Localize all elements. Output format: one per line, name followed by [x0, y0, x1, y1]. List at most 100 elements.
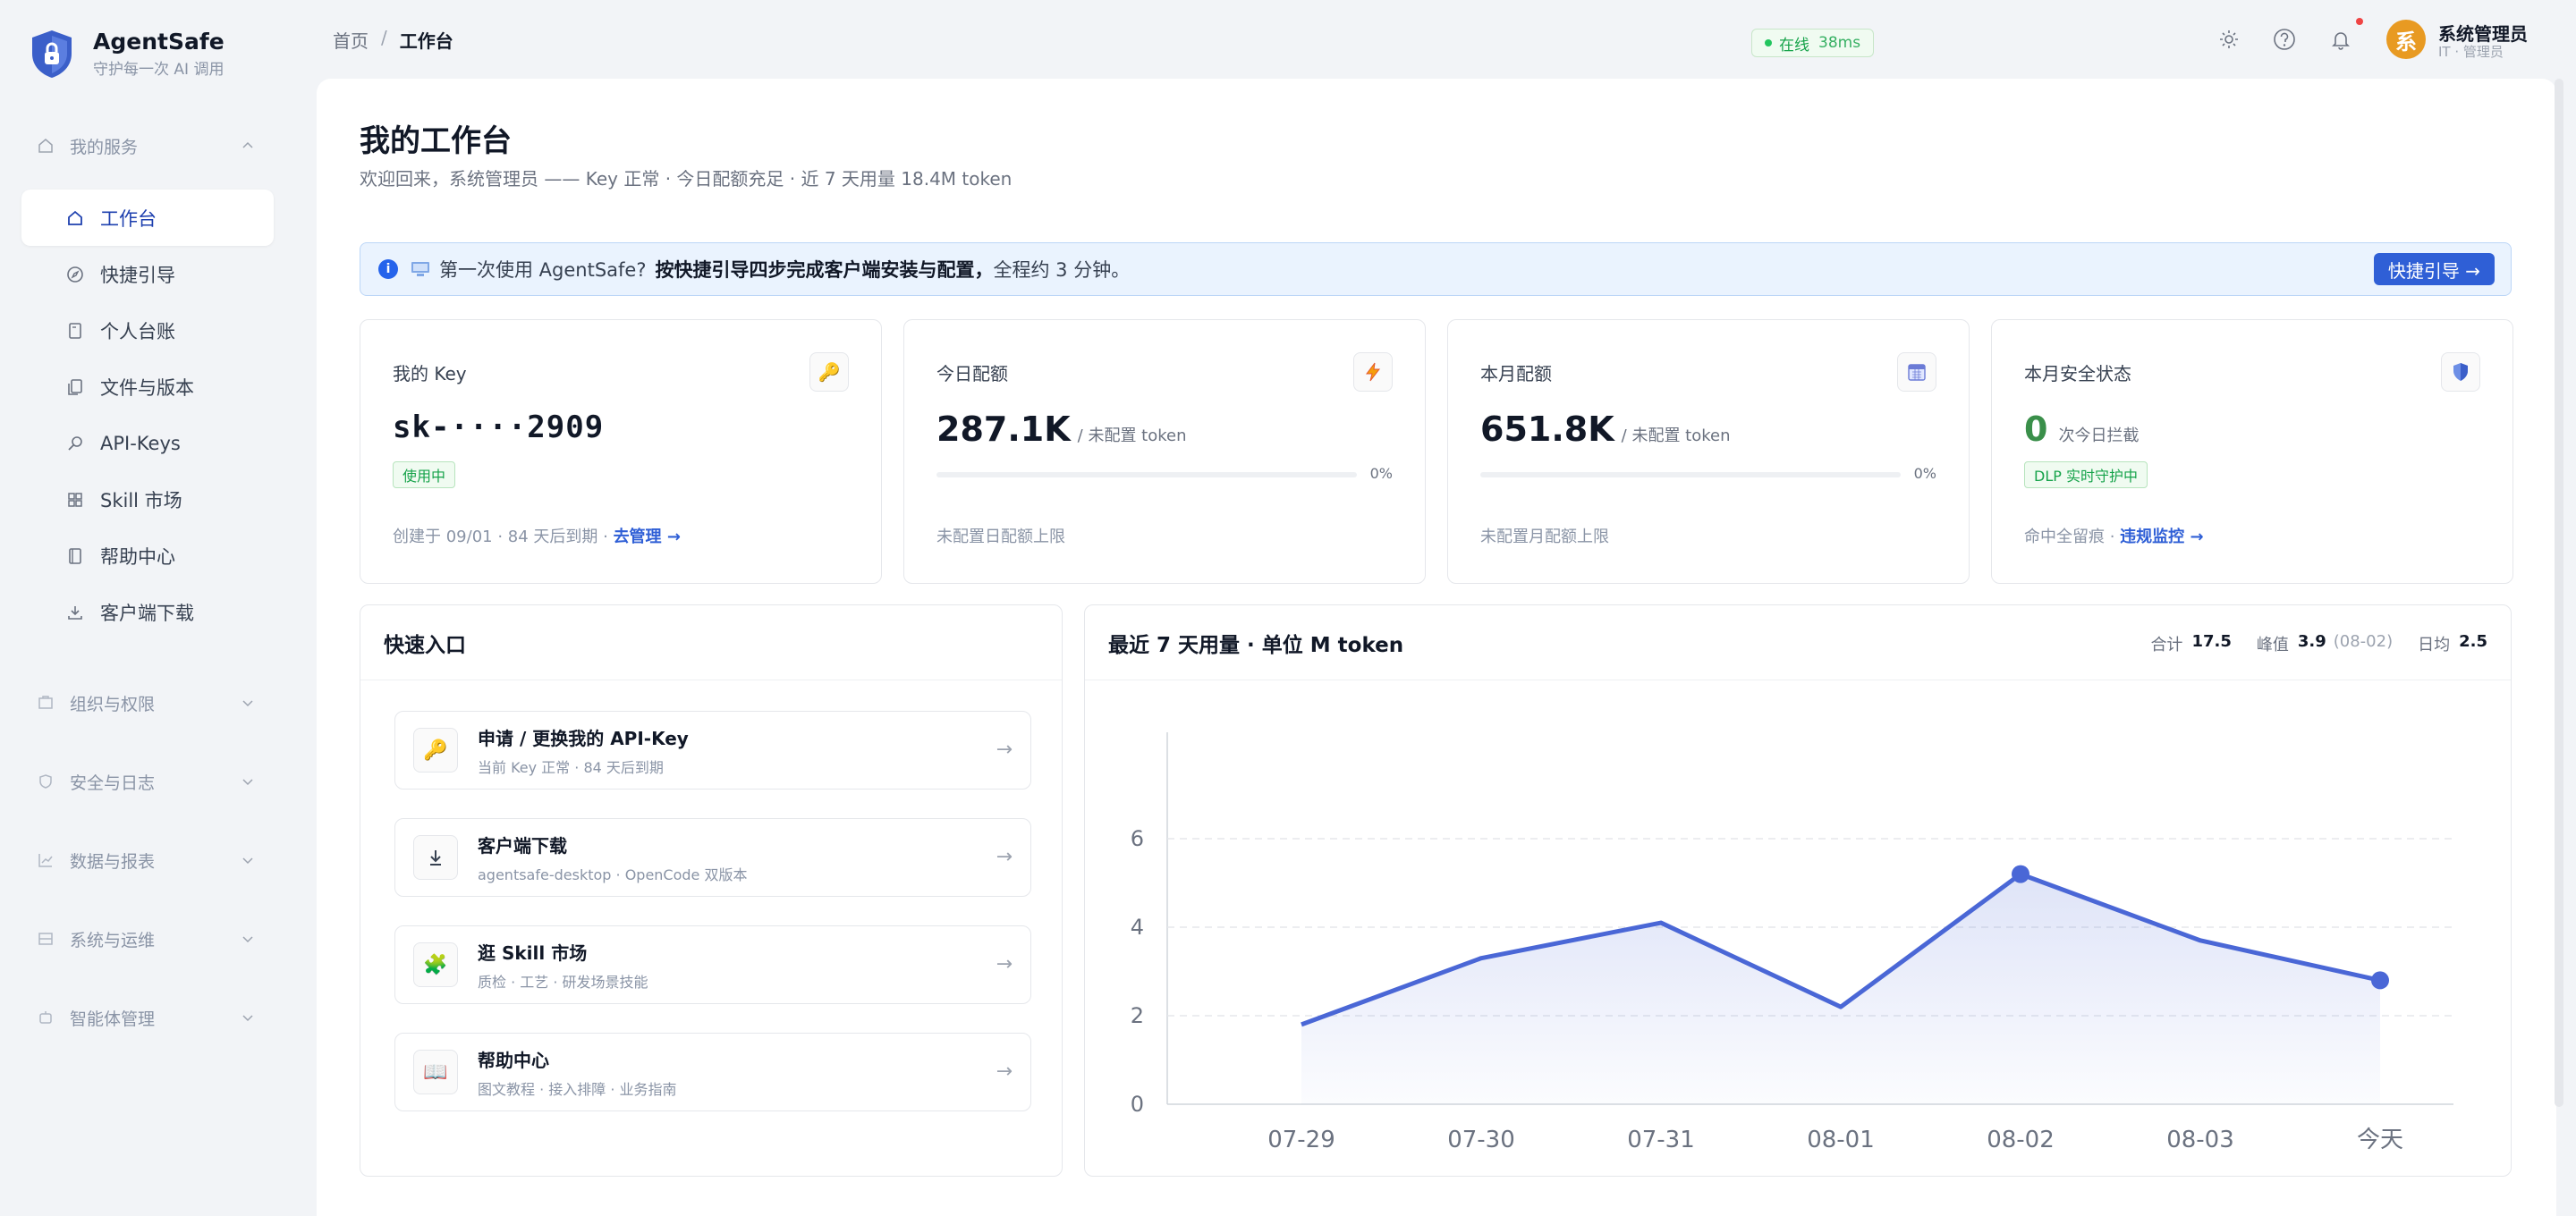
- sidebar-item-skill-market[interactable]: Skill 市场: [21, 471, 274, 528]
- daily-quota-progress: [936, 472, 1357, 477]
- download-icon: [413, 835, 458, 880]
- blocked-count: 0 次今日拦截: [2024, 410, 2139, 449]
- nav-group-label: 我的服务: [70, 137, 139, 157]
- panel-title: 快速入口: [360, 605, 1062, 680]
- chart-icon: [38, 854, 53, 867]
- chevron-down-icon: [242, 1015, 253, 1022]
- peak-value: 3.9: [2297, 632, 2326, 651]
- avg-value: 2.5: [2459, 632, 2487, 651]
- daily-used: 287.1K: [936, 410, 1071, 449]
- sidebar-item-api-keys[interactable]: API-Keys: [21, 415, 274, 471]
- monthly-quota-value: 651.8K / 未配置 token: [1480, 410, 1731, 449]
- brand-name: AgentSafe: [93, 29, 225, 55]
- x-tick-label: 08-01: [1807, 1127, 1875, 1153]
- quick-guide-button[interactable]: 快捷引导 →: [2373, 253, 2495, 285]
- nav-group-label: 系统与运维: [70, 930, 156, 950]
- usage-stats: 合计 17.5 峰值 3.9 (08-02) 日均 2.5: [2145, 632, 2487, 655]
- chevron-down-icon: [242, 700, 253, 707]
- home-icon: [68, 210, 82, 225]
- quick-item-help-center[interactable]: 📖 帮助中心 图文教程 · 接入排障 · 业务指南 →: [394, 1033, 1031, 1111]
- help-icon[interactable]: [2272, 27, 2297, 52]
- arrow-right-icon: →: [996, 1060, 1013, 1083]
- manage-key-link[interactable]: 去管理 →: [614, 528, 681, 546]
- series-area: [1301, 874, 2380, 1104]
- violation-monitor-link[interactable]: 违规监控 →: [2120, 528, 2203, 546]
- banner-bold: 按快捷引导四步完成客户端安装与配置，: [655, 259, 994, 281]
- quick-item-sub: 当前 Key 正常 · 84 天后到期: [478, 758, 664, 776]
- sidebar-item-label: 工作台: [100, 207, 157, 230]
- arrow-right-icon: →: [996, 739, 1013, 761]
- quick-item-client-download[interactable]: 客户端下载 agentsafe-desktop · OpenCode 双版本 →: [394, 818, 1031, 897]
- monthly-used: 651.8K: [1480, 410, 1614, 449]
- shield-icon: [2441, 352, 2480, 392]
- breadcrumb-home[interactable]: 首页: [333, 27, 369, 53]
- avatar[interactable]: 系: [2386, 20, 2426, 59]
- sidebar-item-files-versions[interactable]: 文件与版本: [21, 359, 274, 415]
- sidebar-item-quick-guide[interactable]: 快捷引导: [21, 246, 274, 302]
- quick-entry-panel: 快速入口 🔑 申请 / 更换我的 API-Key 当前 Key 正常 · 84 天…: [360, 604, 1063, 1177]
- key-footer-text: 创建于 09/01 · 84 天后到期 ·: [393, 528, 614, 546]
- arrow-right-icon: →: [996, 846, 1013, 868]
- sidebar-item-client-download[interactable]: 客户端下载: [21, 584, 274, 640]
- y-tick-label: 4: [1131, 915, 1144, 940]
- chevron-down-icon: [242, 936, 253, 943]
- notification-dot: [2356, 18, 2363, 25]
- book-icon: 📖: [413, 1050, 458, 1094]
- quick-item-skill-market[interactable]: 🧩 逛 Skill 市场 质检 · 工艺 · 研发场景技能 →: [394, 925, 1031, 1004]
- nav-group-my-services[interactable]: 我的服务: [21, 120, 274, 172]
- home-icon: [38, 139, 53, 153]
- nav-group-org-permissions[interactable]: 组织与权限: [21, 663, 274, 742]
- chevron-up-icon: [242, 141, 253, 148]
- sidebar-item-label: 文件与版本: [100, 376, 194, 399]
- sidebar-item-label: 帮助中心: [100, 545, 175, 568]
- status-latency: 38ms: [1818, 34, 1861, 52]
- shield-logo-icon: [32, 30, 72, 78]
- dlp-status-tag: DLP 实时守护中: [2024, 461, 2148, 488]
- monthly-quota-card: 本月配额 651.8K / 未配置 token 0% 未配置月配额上限: [1447, 319, 1970, 584]
- server-icon: [38, 933, 53, 945]
- sidebar-item-label: 快捷引导: [100, 264, 175, 286]
- nav-group-system-ops[interactable]: 系统与运维: [21, 899, 274, 978]
- blocked-value: 0: [2024, 410, 2048, 449]
- quick-item-api-key[interactable]: 🔑 申请 / 更换我的 API-Key 当前 Key 正常 · 84 天后到期 →: [394, 711, 1031, 790]
- y-tick-label: 0: [1131, 1092, 1144, 1117]
- bell-icon[interactable]: [2328, 27, 2353, 52]
- total-value: 17.5: [2191, 632, 2232, 651]
- key-status-tag: 使用中: [393, 461, 456, 488]
- x-tick-label: 08-02: [1987, 1127, 2055, 1153]
- sidebar: AgentSafe 守护每一次 AI 调用 我的服务 工作台 快捷引导 个人台账…: [0, 0, 315, 1216]
- files-icon: [68, 378, 82, 395]
- puzzle-icon: 🧩: [413, 942, 458, 987]
- compass-icon: [67, 266, 83, 283]
- user-role: IT · 管理员: [2438, 44, 2504, 60]
- card-footer: 命中全留痕 · 违规监控 →: [2024, 524, 2204, 547]
- nav-group-label: 智能体管理: [70, 1009, 156, 1029]
- sidebar-item-help-center[interactable]: 帮助中心: [21, 528, 274, 584]
- scrollbar[interactable]: [2555, 79, 2563, 1107]
- card-footer: 创建于 09/01 · 84 天后到期 · 去管理 →: [393, 524, 681, 547]
- computer-icon: [411, 262, 429, 276]
- x-tick-label: 07-30: [1447, 1127, 1515, 1153]
- card-footer: 未配置日配额上限: [936, 528, 1065, 546]
- nav-group-label: 安全与日志: [70, 773, 156, 793]
- shield-icon: [39, 774, 52, 789]
- sidebar-item-label: API-Keys: [100, 432, 181, 454]
- sidebar-item-label: 个人台账: [100, 320, 175, 342]
- sidebar-nav: 我的服务 工作台 快捷引导 个人台账 文件与版本 API-Keys Skill …: [21, 120, 274, 1057]
- sidebar-item-label: Skill 市场: [100, 489, 182, 511]
- sidebar-item-workbench[interactable]: 工作台: [21, 190, 274, 246]
- sidebar-item-personal-ledger[interactable]: 个人台账: [21, 302, 274, 359]
- org-icon: [38, 696, 53, 709]
- brand[interactable]: AgentSafe 守护每一次 AI 调用: [29, 27, 225, 80]
- quick-item-title: 逛 Skill 市场: [478, 942, 588, 964]
- nav-group-agent-management[interactable]: 智能体管理: [21, 978, 274, 1057]
- onboarding-banner: i 第一次使用 AgentSafe? 按快捷引导四步完成客户端安装与配置， 全程…: [360, 242, 2512, 296]
- status-label: 在线: [1779, 36, 1809, 55]
- brand-slogan: 守护每一次 AI 调用: [93, 61, 225, 79]
- nav-group-data-reports[interactable]: 数据与报表: [21, 821, 274, 899]
- avg-label: 日均: [2418, 636, 2451, 654]
- card-footer: 未配置月配额上限: [1480, 528, 1609, 546]
- sun-icon[interactable]: [2216, 27, 2241, 52]
- monthly-unit: / 未配置 token: [1621, 426, 1731, 445]
- nav-group-security-logs[interactable]: 安全与日志: [21, 742, 274, 821]
